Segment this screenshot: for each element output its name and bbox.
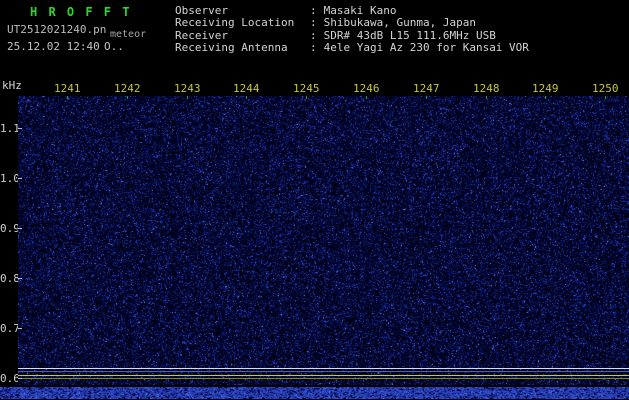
meta-label: Receiving Antenna [175, 42, 310, 54]
y-tick-mark [18, 228, 22, 229]
x-tick-label: 1246 [353, 82, 380, 95]
y-tick-label: 0.7 [0, 322, 16, 335]
x-tick-label: 1242 [114, 82, 141, 95]
x-tick-mark [545, 96, 546, 99]
y-tick-label: 0.6 [0, 372, 16, 385]
x-tick-mark [426, 96, 427, 99]
meta-row-antenna: Receiving Antenna:4ele Yagi Az 230 for K… [175, 42, 529, 54]
y-tick-label: 1.0 [0, 172, 16, 185]
x-tick-mark [486, 96, 487, 99]
meta-label: Receiving Location [175, 17, 310, 29]
meta-value: Shibukawa, Gunma, Japan [324, 17, 476, 29]
x-tick-label: 1244 [233, 82, 260, 95]
observation-datetime: 25.12.02 12:40 [7, 40, 100, 53]
y-tick-mark [18, 278, 22, 279]
x-tick-mark [366, 96, 367, 99]
reference-line-faint [18, 371, 629, 372]
counter-text: O.. [104, 40, 124, 53]
x-tick-mark [67, 96, 68, 99]
y-tick-mark [18, 178, 22, 179]
file-id: UT2512021240.pn [7, 23, 106, 36]
y-tick-mark [18, 328, 22, 329]
reference-line-yellow-dim [18, 378, 629, 379]
x-tick-label: 1241 [54, 82, 81, 95]
x-tick-label: 1247 [413, 82, 440, 95]
meta-row-location: Receiving Location: Shibukawa, Gunma, Jap… [175, 17, 529, 29]
y-tick-label: 1.1 [0, 122, 16, 135]
hrofft-window: H R O F F T UT2512021240.pn meteor 25.12… [0, 0, 629, 400]
signal-level-strip-canvas [0, 387, 629, 399]
reference-line-yellow [18, 375, 629, 376]
x-tick-label: 1243 [174, 82, 201, 95]
y-tick-label: 0.9 [0, 222, 16, 235]
meta-separator: : [310, 42, 317, 54]
file-tag: meteor [110, 29, 146, 40]
x-tick-mark [605, 96, 606, 99]
meta-value: 4ele Yagi Az 230 for Kansai VOR [324, 42, 529, 54]
y-tick-mark [18, 128, 22, 129]
x-tick-mark [306, 96, 307, 99]
spectrogram-noise-canvas [18, 96, 629, 385]
y-tick-label: 0.8 [0, 272, 16, 285]
app-title: H R O F F T [30, 5, 131, 19]
x-tick-label: 1245 [293, 82, 320, 95]
x-tick-mark [246, 96, 247, 99]
y-axis-unit-label: kHz [2, 79, 22, 92]
meta-separator: : [310, 17, 317, 29]
reference-line-white [18, 368, 629, 369]
y-tick-mark [18, 378, 22, 379]
x-tick-label: 1248 [473, 82, 500, 95]
x-tick-label: 1249 [532, 82, 559, 95]
x-tick-mark [127, 96, 128, 99]
x-tick-mark [187, 96, 188, 99]
observation-meta: Observer: Masaki Kano Receiving Location:… [175, 5, 529, 55]
x-tick-label: 1250 [592, 82, 619, 95]
